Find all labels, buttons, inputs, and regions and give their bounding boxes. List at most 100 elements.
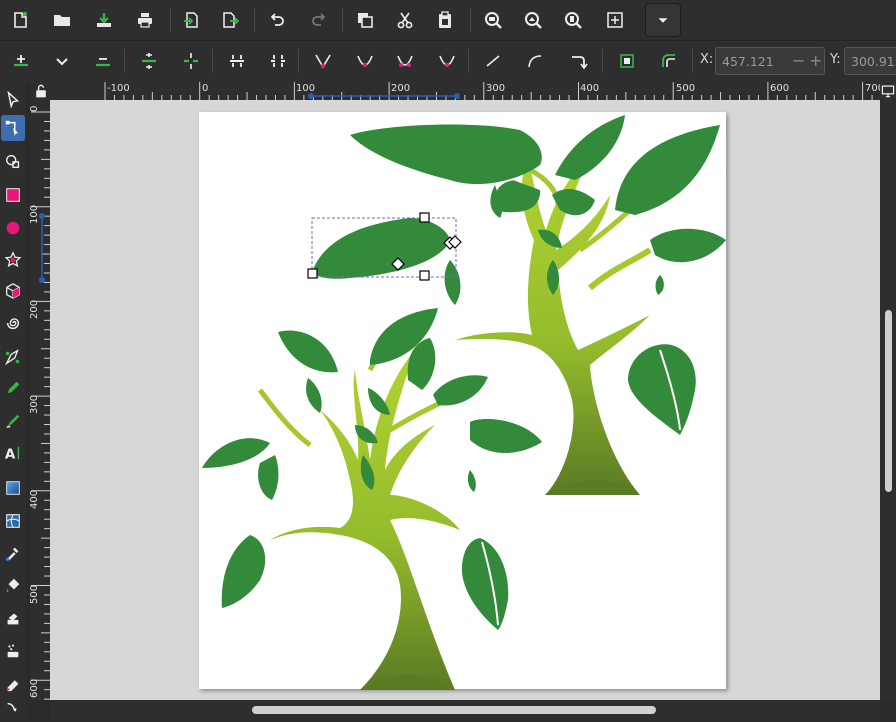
show-bbox-icon[interactable] [612, 46, 642, 76]
drawing-area [199, 112, 726, 690]
node-tool-controls-bar: X: 457.121 − + Y: 300.913 [0, 40, 896, 83]
vertical-ruler[interactable]: 0 100 200 300 400 500 600 [29, 100, 50, 700]
separator [602, 49, 603, 73]
zoom-selection-icon[interactable] [478, 5, 508, 35]
segment-line-icon[interactable] [478, 46, 508, 76]
y-coordinate-input[interactable]: 300.913 [844, 47, 896, 75]
toolbox: A [0, 82, 26, 720]
import-icon[interactable] [176, 5, 206, 35]
monitor-icon[interactable] [881, 84, 895, 98]
canvas[interactable] [50, 100, 880, 700]
delete-segment-icon[interactable] [263, 46, 293, 76]
insert-node-icon[interactable] [6, 46, 36, 76]
x-increment-button[interactable]: + [809, 51, 822, 70]
separator [254, 8, 255, 32]
separator [170, 8, 171, 32]
ruler-label: 0 [202, 83, 209, 94]
spiral-tool-icon[interactable] [1, 310, 25, 336]
calligraphy-tool-icon[interactable] [1, 408, 25, 434]
mesh-tool-icon[interactable] [1, 508, 25, 534]
paint-bucket-tool-icon[interactable] [1, 572, 25, 598]
display-mode-corner [880, 82, 896, 100]
gradient-tool-icon[interactable] [1, 475, 25, 501]
node-handle[interactable] [307, 268, 318, 279]
ruler-label: 0 [29, 105, 40, 112]
spray-tool-icon[interactable] [1, 606, 25, 632]
x-coordinate-label: X: [700, 52, 714, 67]
export-icon[interactable] [215, 5, 245, 35]
node-smooth-icon[interactable] [350, 46, 380, 76]
separator [468, 49, 469, 73]
undo-icon[interactable] [262, 5, 292, 35]
node-handle[interactable] [419, 212, 430, 223]
x-decrement-button[interactable]: − [792, 51, 805, 70]
tweak-tool-icon[interactable] [1, 148, 25, 174]
separator [692, 49, 693, 73]
ruler-label: 400 [580, 83, 600, 94]
ruler-label: 600 [29, 678, 40, 698]
ruler-label: 200 [29, 299, 40, 319]
pencil-tool-icon[interactable] [1, 375, 25, 401]
print-icon[interactable] [130, 5, 160, 35]
node-tool-icon[interactable] [1, 115, 25, 141]
rectangle-tool-icon[interactable] [1, 182, 25, 208]
separator [342, 8, 343, 32]
pen-tool-icon[interactable] [1, 344, 25, 370]
more-commands-button[interactable] [645, 3, 681, 37]
ruler-label: 300 [486, 83, 506, 94]
ruler-label: 300 [29, 394, 40, 414]
ruler-selection-range [39, 213, 45, 283]
cut-icon[interactable] [390, 5, 420, 35]
dropper-tool-icon[interactable] [1, 540, 25, 566]
zoom-center-icon[interactable] [600, 5, 630, 35]
vertical-scrollbar-thumb[interactable] [885, 310, 892, 492]
connector-tool-icon[interactable] [1, 670, 25, 696]
node-options-icon[interactable] [47, 46, 77, 76]
join-segment-icon[interactable] [222, 46, 252, 76]
eraser-tool-icon[interactable] [1, 638, 25, 664]
node-handle[interactable] [419, 270, 430, 281]
commands-bar [0, 0, 896, 40]
object-to-path-icon[interactable] [563, 46, 593, 76]
lock-icon[interactable] [33, 83, 49, 99]
open-icon[interactable] [47, 5, 77, 35]
segment-curve-icon[interactable] [520, 46, 550, 76]
ruler-corner [31, 82, 50, 100]
join-nodes-icon[interactable] [134, 46, 164, 76]
ruler-label: 500 [29, 584, 40, 604]
paste-icon[interactable] [430, 5, 460, 35]
node-symmetric-icon[interactable] [390, 46, 420, 76]
ellipse-tool-icon[interactable] [1, 215, 25, 241]
measure-tool-icon[interactable] [1, 696, 25, 722]
node-auto-icon[interactable] [432, 46, 462, 76]
redo-icon[interactable] [304, 5, 334, 35]
new-document-icon[interactable] [5, 5, 35, 35]
delete-node-icon[interactable] [88, 46, 118, 76]
ruler-label: -100 [107, 83, 130, 94]
separator [298, 49, 299, 73]
x-coordinate-value: 457.121 [722, 54, 774, 69]
selector-tool-icon[interactable] [1, 86, 25, 112]
zoom-drawing-icon[interactable] [518, 5, 548, 35]
zoom-page-icon[interactable] [558, 5, 588, 35]
svg-text:A: A [5, 446, 16, 462]
node-cusp-icon[interactable] [308, 46, 338, 76]
ruler-label: 400 [29, 489, 40, 509]
y-coordinate-label: Y: [830, 52, 841, 67]
save-icon[interactable] [89, 5, 119, 35]
separator [470, 8, 471, 32]
duplicate-icon[interactable] [350, 5, 380, 35]
show-handles-icon[interactable] [654, 46, 684, 76]
text-tool-icon[interactable]: A [1, 440, 25, 466]
chevron-down-icon [658, 18, 668, 23]
separator [124, 49, 125, 73]
ruler-label: 600 [770, 83, 790, 94]
y-coordinate-value: 300.913 [851, 54, 896, 69]
separator [212, 49, 213, 73]
3d-box-tool-icon[interactable] [1, 278, 25, 304]
break-path-icon[interactable] [176, 46, 206, 76]
star-tool-icon[interactable] [1, 247, 25, 273]
ruler-selection-range [308, 93, 460, 99]
horizontal-scrollbar-thumb[interactable] [252, 706, 656, 714]
ruler-label: 500 [676, 83, 696, 94]
